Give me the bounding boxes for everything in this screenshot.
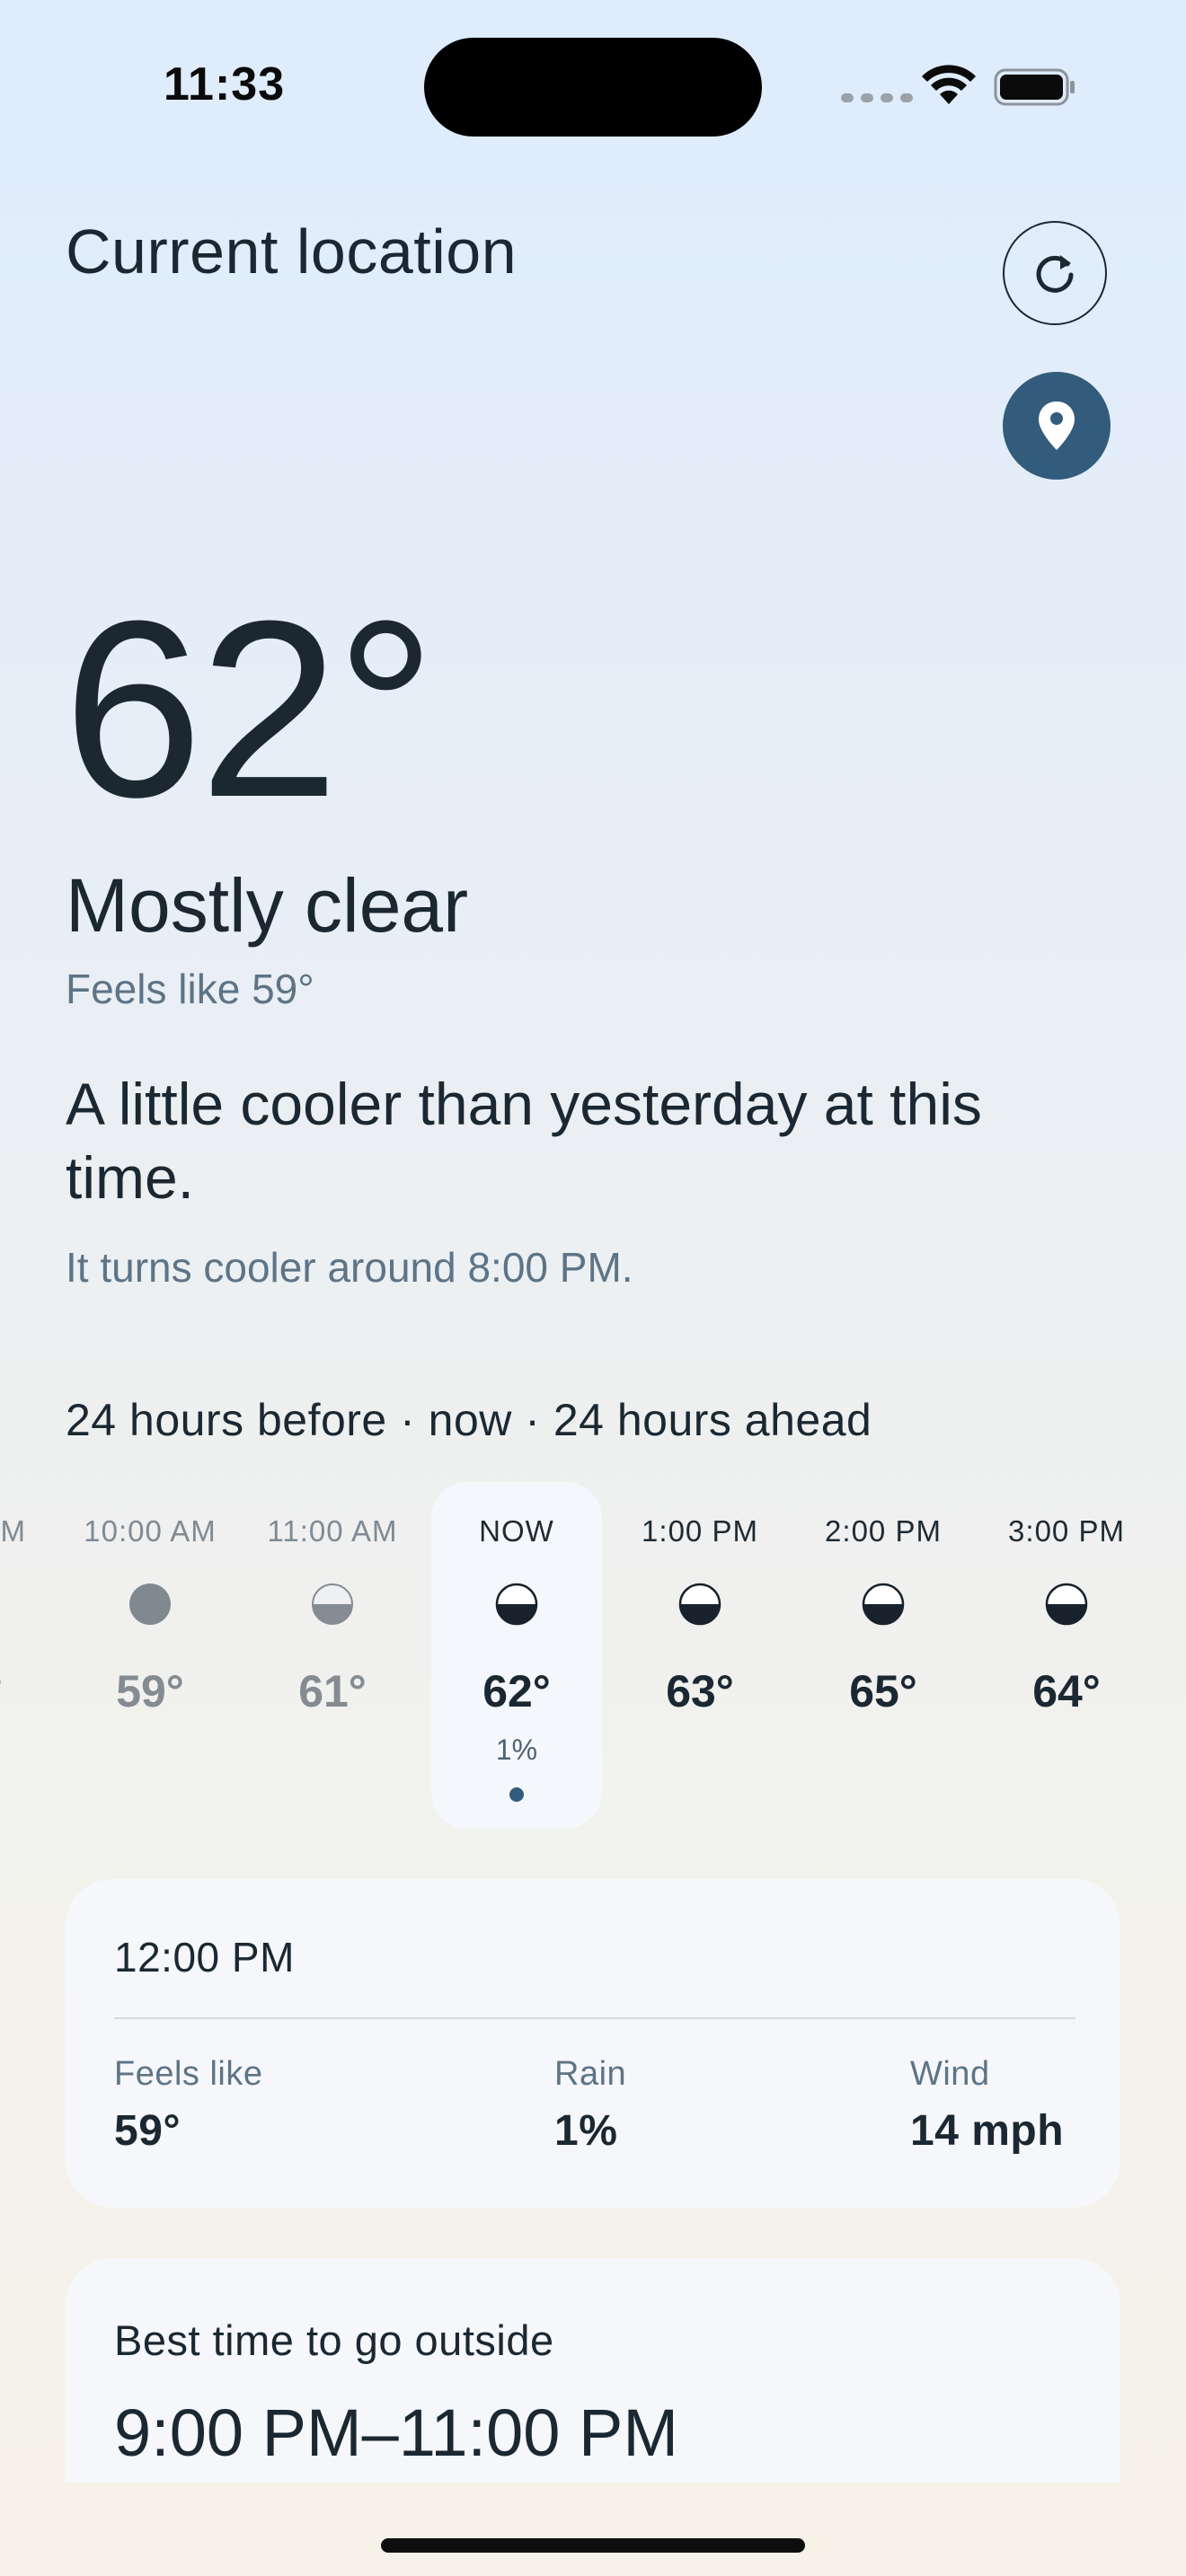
refresh-icon — [1036, 255, 1074, 293]
hour-temp: 63° — [666, 1666, 734, 1716]
hour-item[interactable]: 1:00 PM 63° — [615, 1482, 785, 1829]
moon-half-icon — [312, 1584, 353, 1625]
hour-temp: 65° — [849, 1666, 917, 1716]
bottom-bar-background — [0, 2483, 1186, 2576]
wifi-icon — [922, 65, 976, 104]
hour-time: 10:00 AM — [84, 1514, 217, 1548]
metric-value: 59° — [114, 2107, 181, 2155]
cellular-signal-icon — [841, 93, 913, 102]
metric-rain: Rain 1% — [554, 2055, 626, 2156]
hour-item[interactable]: 3:00 PM 64° — [981, 1482, 1152, 1829]
metric-label: Wind — [910, 2055, 990, 2093]
hour-time: 1:00 PM — [642, 1514, 758, 1548]
moon-half-icon — [862, 1583, 905, 1626]
status-time: 11:33 — [164, 58, 286, 110]
best-time-card[interactable]: Best time to go outside 9:00 PM–11:00 PM — [66, 2258, 1120, 2483]
moon-half-icon — [495, 1583, 538, 1626]
trend-text: It turns cooler around 8:00 PM. — [66, 1244, 633, 1291]
page-title: Current location — [66, 216, 518, 287]
hour-detail-card: 12:00 PM Feels like 59° Rain 1% Wind 14 … — [66, 1879, 1120, 2208]
location-pin-icon — [1039, 401, 1075, 450]
metric-label: Rain — [554, 2055, 627, 2093]
hour-temp: 62° — [482, 1666, 551, 1716]
hour-item[interactable]: 2:00 PM 65° — [798, 1482, 969, 1829]
hour-temp: 64° — [1032, 1666, 1101, 1716]
best-time-label: Best time to go outside — [114, 2316, 554, 2364]
hour-time: 3:00 PM — [1008, 1514, 1125, 1548]
feels-like-text: Feels like 59° — [66, 966, 314, 1012]
hour-rain-chance: 1% — [495, 1734, 538, 1766]
home-indicator[interactable] — [381, 2538, 805, 2553]
hourly-strip[interactable]: 9:00 AM 58° 10:00 AM 59° 11:00 AM 61° NO… — [0, 1482, 1186, 1832]
location-button[interactable] — [1003, 372, 1111, 480]
refresh-button[interactable] — [1003, 221, 1107, 325]
dynamic-island — [424, 38, 762, 137]
hour-time: 2:00 PM — [825, 1514, 942, 1548]
hour-item[interactable]: 9:00 AM 58° — [0, 1482, 54, 1829]
moon-full-icon — [129, 1584, 171, 1625]
hour-temp: 59° — [116, 1666, 184, 1716]
hour-time: 9:00 AM — [0, 1514, 27, 1548]
hour-temp: 61° — [298, 1666, 367, 1716]
moon-half-icon — [678, 1583, 721, 1626]
divider — [114, 2017, 1075, 2019]
battery-icon — [994, 68, 1075, 106]
current-temperature: 62° — [63, 569, 436, 850]
hour-item[interactable]: 10:00 AM 59° — [65, 1482, 235, 1829]
hour-time: NOW — [479, 1514, 554, 1548]
hour-temp: 58° — [0, 1665, 54, 1717]
best-time-range: 9:00 PM–11:00 PM — [114, 2395, 678, 2470]
metric-feels-like: Feels like 59° — [114, 2055, 263, 2156]
metric-wind: Wind 14 mph — [910, 2055, 1064, 2156]
metric-value: 14 mph — [910, 2107, 1065, 2155]
hourly-heading: 24 hours before · now · 24 hours ahead — [66, 1395, 872, 1445]
metric-label: Feels like — [114, 2055, 263, 2093]
hour-item-now[interactable]: NOW 62° 1% — [431, 1482, 602, 1829]
hour-item[interactable]: 11:00 AM 61° — [247, 1482, 418, 1829]
now-indicator-dot — [509, 1787, 524, 1802]
moon-half-icon — [1045, 1583, 1088, 1626]
detail-time: 12:00 PM — [114, 1934, 295, 1981]
current-condition: Mostly clear — [66, 863, 469, 948]
metric-value: 1% — [554, 2107, 618, 2155]
hour-time: 11:00 AM — [267, 1514, 398, 1548]
comparison-text: A little cooler than yesterday at this t… — [66, 1071, 982, 1211]
